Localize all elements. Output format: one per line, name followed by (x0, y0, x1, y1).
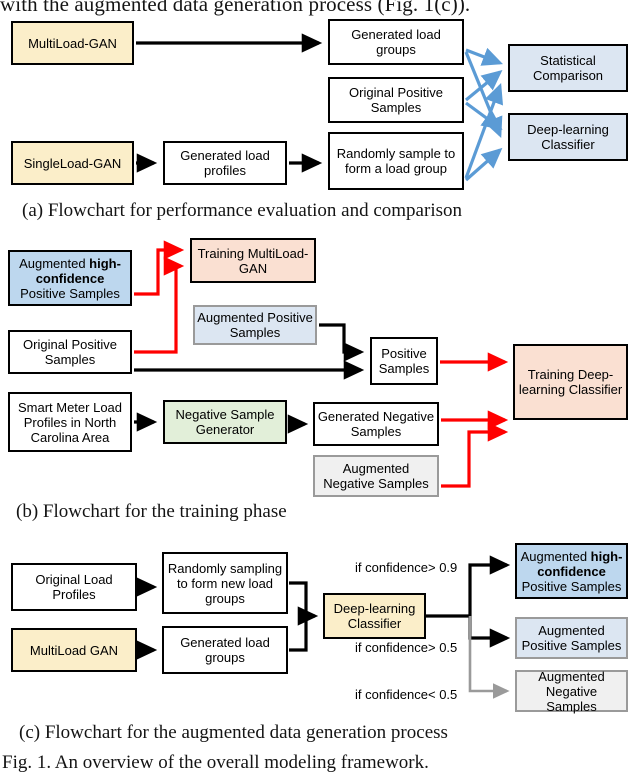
box-augmented-negative-samples-c: Augmented Negative Samples (515, 669, 628, 714)
box-multiload-gan-c: MultiLoad GAN (11, 628, 137, 672)
arrow-highconf-to-trainingmlgan (134, 240, 185, 296)
box-text: Augmented high-confidence Positive Sampl… (520, 548, 623, 594)
arrow-classifier-to-augnegative (468, 616, 510, 699)
box-statistical-comparison-a: Statistical Comparison (508, 44, 628, 92)
cutoff-body-text: with the augmented data generation proce… (0, 0, 471, 16)
figure-caption: Fig. 1. An overview of the overall model… (2, 752, 429, 773)
box-original-positive-samples-b: Original Positive Samples (8, 330, 132, 374)
arrow-augnegative-to-trainingdl (441, 422, 509, 488)
box-randomly-sampling-c: Randomly sampling to form new load group… (162, 552, 288, 614)
condition-label-mid: if confidence> 0.5 (355, 640, 458, 655)
arrow-randsample-to-statcomp (464, 82, 504, 179)
figure-stage: with the augmented data generation proce… (0, 0, 640, 776)
box-augmented-high-confidence-b: Augmented high-confidence Positive Sampl… (8, 250, 132, 306)
arrow-gengroups-to-statcomp (465, 47, 503, 66)
box-original-load-profiles-c: Original Load Profiles (11, 563, 137, 611)
box-deep-learning-classifier-c: Deep-learning Classifier (323, 593, 426, 639)
box-training-deep-learning-classifier-b: Training Deep-learning Classifier (513, 344, 628, 420)
panel-a-blue-arrows (464, 47, 504, 182)
box-singleload-gan-a: SingleLoad-GAN (11, 141, 134, 185)
condition-label-high: if confidence> 0.9 (355, 560, 458, 575)
arrow-origpos-to-statcomp (464, 69, 503, 102)
arrow-genloadgroups-merge (289, 616, 308, 652)
box-augmented-negative-samples-b: Augmented Negative Samples (313, 455, 439, 497)
box-negative-sample-generator-b: Negative Sample Generator (163, 400, 287, 444)
box-smart-meter-load-profiles-b: Smart Meter Load Profiles in North Carol… (8, 392, 132, 452)
box-augmented-positive-samples-c: Augmented Positive Samples (515, 617, 628, 659)
box-text: Augmented high-confidence Positive Sampl… (19, 255, 121, 301)
panel-a-caption: (a) Flowchart for performance evaluation… (22, 200, 462, 221)
arrow-origpos-to-dlclassifier (465, 101, 503, 130)
arrow-randsampling-to-classifier (289, 581, 319, 626)
panel-b-red-arrows (134, 240, 509, 488)
box-deep-learning-classifier-a: Deep-learning Classifier (508, 113, 628, 161)
arrow-gengroups-to-dlclassifier (464, 51, 503, 138)
box-training-multiload-gan-b: Training MultiLoad-GAN (190, 238, 316, 283)
condition-label-low: if confidence< 0.5 (355, 687, 458, 702)
box-augmented-positive-samples-b: Augmented Positive Samples (193, 305, 317, 345)
box-multiload-gan-a: MultiLoad-GAN (11, 21, 134, 65)
arrow-origpos-to-trainingmlgan (134, 256, 185, 354)
box-randomly-sample-a: Randomly sample to form a load group (328, 132, 464, 190)
arrow-classifier-to-highconf (468, 555, 511, 616)
panel-c-gray-arrow (468, 616, 510, 699)
arrow-classifier-to-augpositive (468, 616, 511, 648)
box-augmented-high-confidence-c: Augmented high-confidence Positive Sampl… (515, 543, 628, 599)
box-generated-load-groups-c: Generated load groups (162, 626, 288, 674)
box-original-positive-samples-a: Original Positive Samples (328, 77, 464, 123)
box-positive-samples-b: Positive Samples (370, 337, 438, 385)
box-generated-load-profiles-a: Generated load profiles (163, 141, 287, 185)
panel-b-caption: (b) Flowchart for the training phase (16, 501, 287, 522)
arrow-augpos-to-positivesamples (319, 323, 365, 362)
box-generated-negative-samples-b: Generated Negative Samples (313, 402, 439, 446)
panel-c-caption: (c) Flowchart for the augmented data gen… (19, 722, 448, 743)
arrow-randsample-to-dlclassifier (464, 147, 503, 182)
box-generated-load-groups-a: Generated load groups (328, 19, 464, 65)
